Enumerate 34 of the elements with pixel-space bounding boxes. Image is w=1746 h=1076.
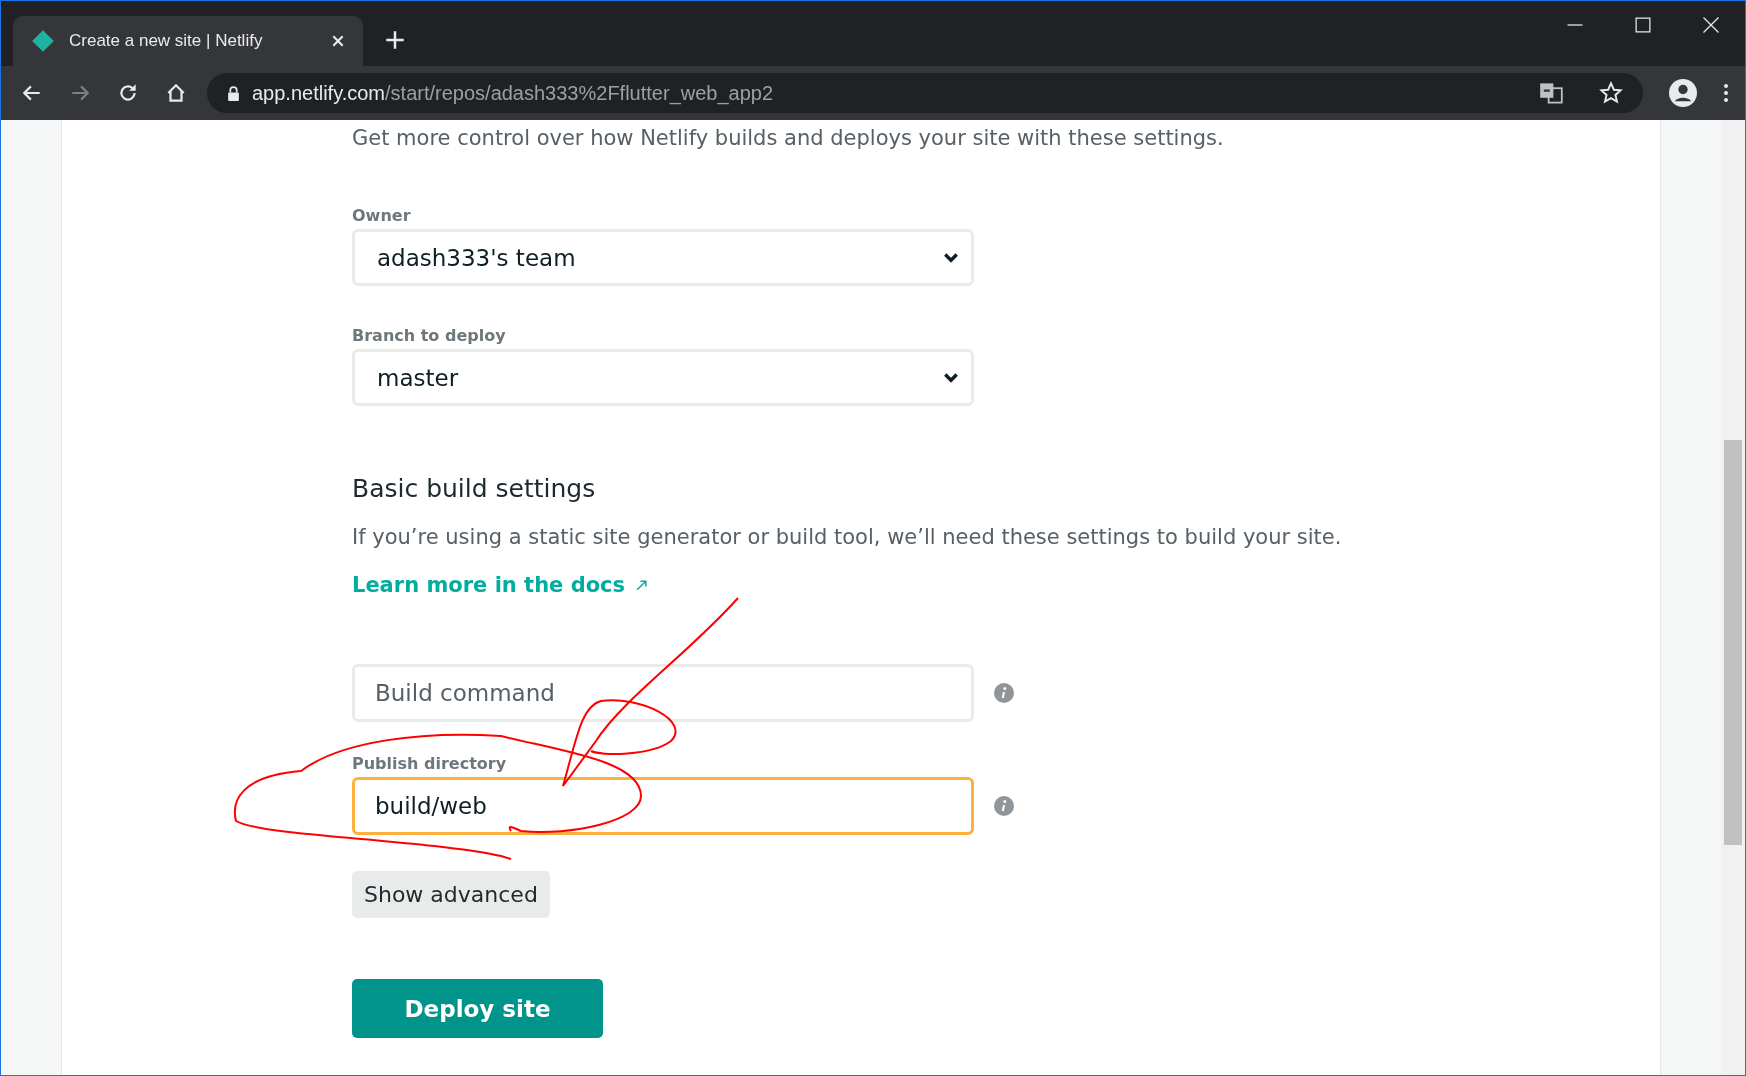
field-label: Branch to deploy — [352, 326, 507, 345]
diamond-logo-icon — [31, 29, 55, 53]
scrollbar[interactable] — [1721, 120, 1745, 1075]
section-heading: Basic build settings — [352, 474, 597, 503]
dropdown-select[interactable]: adash333's team — [352, 229, 974, 286]
scrollbar-thumb[interactable] — [1724, 440, 1742, 845]
browser-tab[interactable]: Create a new site | Netlify — [13, 16, 363, 66]
address-bar[interactable]: app.netlify.com/start/repos/adash333%2Fflutter_web_app2 — [207, 73, 1643, 113]
profile-avatar-icon[interactable] — [1669, 79, 1697, 107]
menu-icon[interactable] — [1723, 83, 1729, 103]
new-tab-icon[interactable] — [385, 30, 405, 50]
show-advanced-button[interactable]: Show advanced — [352, 871, 550, 918]
section-description: If you’re using a static site generator or build tool, we’ll need these settings to build your site. — [352, 525, 1343, 549]
info-icon[interactable] — [994, 683, 1014, 703]
text-input-field[interactable]: Build command — [352, 664, 974, 722]
external-link-arrow-icon — [635, 578, 649, 592]
field-label: Publish directory — [352, 754, 508, 773]
info-icon[interactable] — [994, 796, 1014, 816]
field-label: Owner — [352, 206, 412, 225]
translate-icon[interactable] — [1539, 81, 1563, 105]
deploy-site-button[interactable]: Deploy site — [352, 979, 603, 1038]
text-input-field[interactable]: build/web — [352, 777, 974, 835]
dropdown-select[interactable]: master — [352, 349, 974, 406]
reload-icon[interactable] — [117, 82, 139, 104]
close-icon[interactable] — [331, 34, 345, 48]
close-window-icon[interactable] — [1701, 15, 1721, 35]
chevron-down-icon — [943, 371, 959, 384]
lock-icon — [227, 85, 240, 101]
intro-text: Get more control over how Netlify builds and deploys your site with these settings. — [352, 126, 1225, 152]
url-text: app.netlify.com/start/repos/adash333%2Fflutter_web_app2 — [252, 81, 774, 105]
star-icon[interactable] — [1599, 81, 1623, 105]
chevron-down-icon — [943, 251, 959, 264]
home-icon[interactable] — [165, 82, 187, 104]
maximize-icon[interactable] — [1633, 15, 1653, 35]
